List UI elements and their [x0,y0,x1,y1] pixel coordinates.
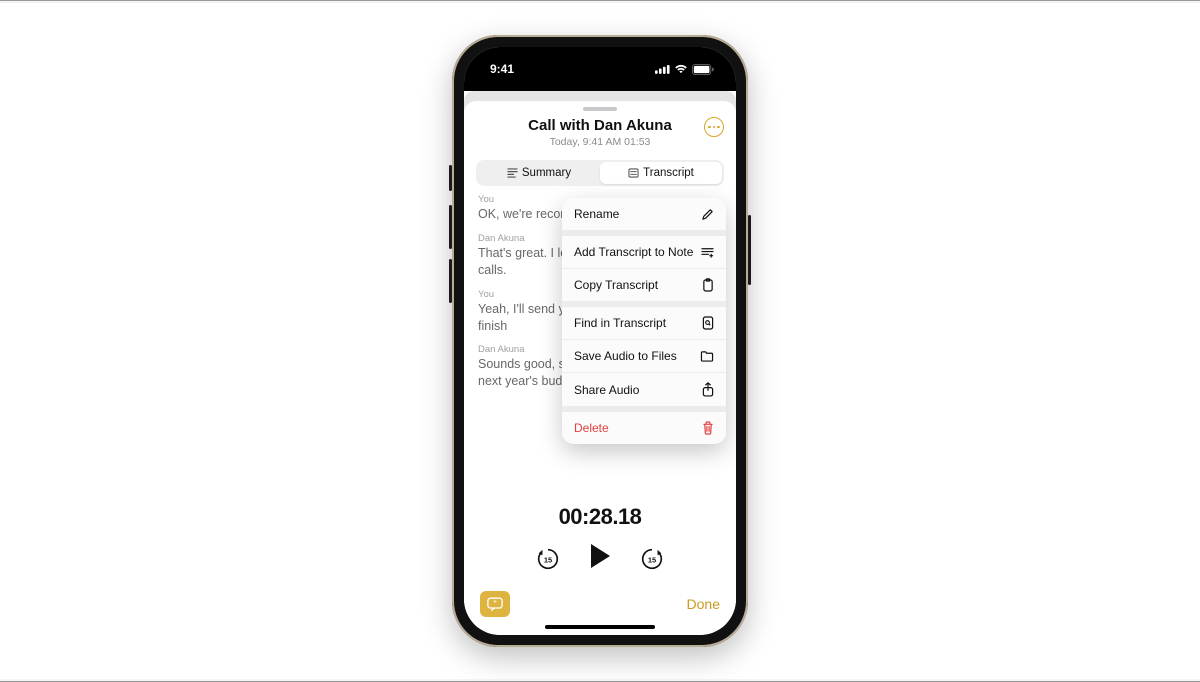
menu-item-find-transcript[interactable]: Find in Transcript [562,307,726,339]
pencil-icon [698,208,714,221]
fade-overlay [464,460,736,496]
more-button[interactable] [704,117,724,137]
transcript-icon [628,168,639,178]
skip-forward-icon: 15 [639,546,665,572]
ellipsis-dot-icon [717,126,720,129]
view-tabs: Summary Transcript [476,160,724,186]
menu-item-label: Rename [574,207,698,221]
menu-item-share-audio[interactable]: Share Audio [562,372,726,406]
screen: 9:41 Call with Dan Akuna Today, 9:41 AM … [464,47,736,635]
svg-text:15: 15 [544,555,552,564]
menu-item-label: Save Audio to Files [574,349,698,363]
tab-summary-label: Summary [522,167,571,179]
tab-transcript[interactable]: Transcript [600,162,722,184]
context-menu: Rename Add Transcript to Note Copy Trans… [562,198,726,444]
find-in-page-icon [698,316,714,330]
trash-icon [698,421,714,435]
sheet-body: Summary Transcript You OK, we're recordi… [464,156,736,635]
ellipsis-dot-icon [708,126,711,129]
menu-item-label: Share Audio [574,383,698,397]
menu-item-label: Delete [574,421,698,435]
home-indicator[interactable] [545,625,655,629]
svg-text:15: 15 [648,555,656,564]
play-icon [587,542,613,570]
svg-text:": " [493,599,496,607]
recording-sheet: Call with Dan Akuna Today, 9:41 AM 01:53… [464,101,736,635]
menu-item-label: Find in Transcript [574,316,698,330]
note-button[interactable]: " [480,591,510,617]
stage: 9:41 Call with Dan Akuna Today, 9:41 AM … [0,3,1200,679]
side-button-mute [449,165,452,191]
summary-icon [507,168,518,178]
skip-back-button[interactable]: 15 [535,546,561,572]
dynamic-island [557,57,643,81]
folder-icon [698,350,714,362]
playback-time: 00:28.18 [464,504,736,530]
side-button-power [748,215,751,285]
menu-item-delete[interactable]: Delete [562,412,726,444]
sheet-grabber[interactable] [583,107,617,111]
skip-back-icon: 15 [535,546,561,572]
menu-item-save-audio[interactable]: Save Audio to Files [562,339,726,372]
add-to-note-icon [698,246,714,258]
side-button-voldown [449,259,452,303]
menu-item-label: Add Transcript to Note [574,245,698,259]
battery-icon [692,64,714,75]
menu-item-rename[interactable]: Rename [562,198,726,230]
iphone-frame: 9:41 Call with Dan Akuna Today, 9:41 AM … [452,35,748,647]
ellipsis-dot-icon [713,126,716,129]
tab-transcript-label: Transcript [643,167,694,179]
status-indicators [655,64,714,75]
clipboard-icon [698,278,714,292]
play-button[interactable] [587,542,613,575]
recording-subtitle: Today, 9:41 AM 01:53 [478,136,722,148]
menu-item-copy-transcript[interactable]: Copy Transcript [562,268,726,301]
sheet-header: Call with Dan Akuna Today, 9:41 AM 01:53 [464,115,736,156]
menu-item-add-transcript[interactable]: Add Transcript to Note [562,236,726,268]
wifi-icon [674,64,688,74]
recording-title: Call with Dan Akuna [478,117,722,134]
cellular-icon [655,64,670,74]
menu-item-label: Copy Transcript [574,278,698,292]
quote-icon: " [487,597,503,611]
tab-summary[interactable]: Summary [478,162,600,184]
playback-controls: 00:28.18 15 15 [464,496,736,581]
side-button-volup [449,205,452,249]
done-button[interactable]: Done [687,596,720,612]
skip-forward-button[interactable]: 15 [639,546,665,572]
share-icon [698,382,714,397]
status-time: 9:41 [490,62,514,76]
